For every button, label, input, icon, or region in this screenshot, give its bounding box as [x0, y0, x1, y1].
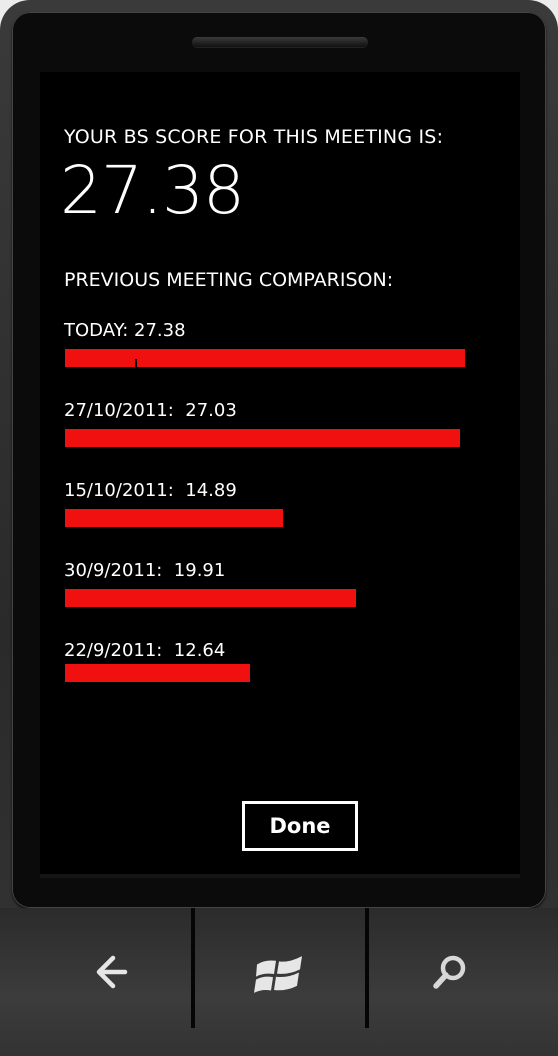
meeting-score: 27.38: [60, 152, 245, 229]
phone-screen: YOUR BS SCORE FOR THIS MEETING IS: 27.38…: [40, 72, 520, 874]
comparison-heading: PREVIOUS MEETING COMPARISON:: [64, 269, 394, 291]
meeting-label-2011-09-22: 22/9/2011: 12.64: [64, 640, 226, 661]
done-button[interactable]: Done: [242, 801, 358, 851]
back-key[interactable]: [36, 936, 186, 1008]
score-heading: YOUR BS SCORE FOR THIS MEETING IS:: [64, 126, 444, 148]
meeting-label-2011-09-30: 30/9/2011: 19.91: [64, 560, 226, 581]
meeting-bar-today: [65, 349, 465, 367]
meeting-bar-2011-10-27: [65, 429, 460, 447]
start-key[interactable]: [205, 936, 355, 1008]
nav-divider: [365, 908, 369, 1028]
meeting-label-today: TODAY: 27.38: [64, 320, 186, 341]
bar-tick-mark: [135, 359, 137, 367]
screen-bottom-edge: [40, 874, 520, 878]
meeting-bar-2011-10-15: [65, 509, 283, 527]
meeting-label-2011-10-27: 27/10/2011: 27.03: [64, 400, 237, 421]
meeting-bar-2011-09-22: [65, 664, 250, 682]
earpiece-speaker: [192, 37, 368, 47]
search-key[interactable]: [375, 936, 525, 1008]
windows-logo-icon: [254, 956, 302, 993]
phone-body: YOUR BS SCORE FOR THIS MEETING IS: 27.38…: [0, 0, 558, 1056]
meeting-bar-2011-09-30: [65, 589, 356, 607]
meeting-label-2011-10-15: 15/10/2011: 14.89: [64, 480, 237, 501]
back-arrow-icon: [96, 955, 128, 989]
nav-divider: [191, 908, 195, 1028]
search-icon: [433, 955, 466, 989]
